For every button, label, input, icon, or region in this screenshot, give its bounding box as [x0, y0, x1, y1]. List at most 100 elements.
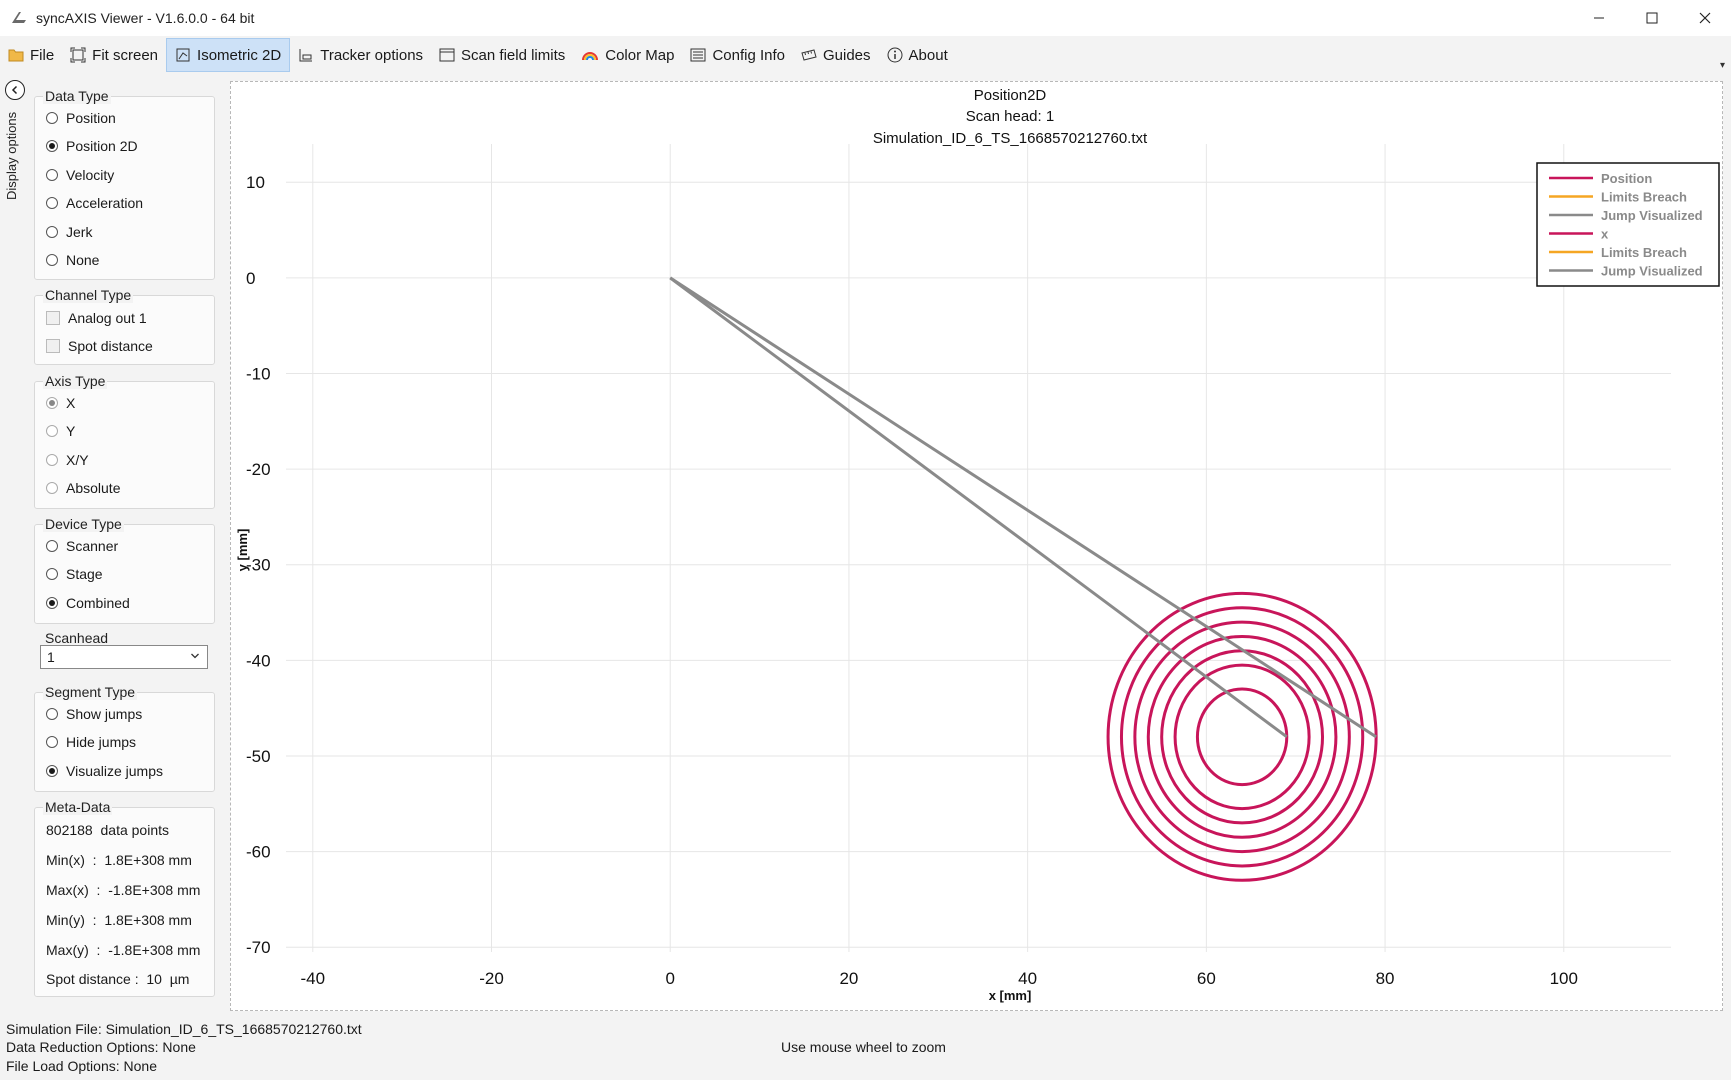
y-tick-label: -60 — [246, 843, 271, 862]
x-tick-label: 80 — [1376, 969, 1395, 988]
scanhead-select[interactable]: 1 — [40, 645, 208, 669]
data-type-acceleration[interactable]: Acceleration — [46, 195, 143, 211]
data-type-group: Data Type Position Position 2D Velocity … — [34, 88, 215, 280]
config-info-label: Config Info — [712, 46, 785, 64]
y-tick-label: -70 — [246, 938, 271, 957]
close-button[interactable] — [1678, 0, 1731, 36]
segment-type-title: Segment Type — [43, 684, 138, 700]
collapse-panel-button[interactable] — [5, 80, 25, 100]
chevron-down-icon — [191, 653, 199, 659]
file-button[interactable]: File — [0, 38, 62, 72]
axis-type-x[interactable]: X — [46, 395, 75, 411]
y-tick-label: -10 — [246, 364, 271, 383]
segment-hide-jumps[interactable]: Hide jumps — [46, 734, 136, 750]
meta-data-points: 802188 data points — [46, 822, 169, 838]
position-ring — [1119, 606, 1365, 868]
about-label: About — [908, 46, 948, 64]
x-tick-label: 100 — [1550, 969, 1578, 988]
segment-show-jumps[interactable]: Show jumps — [46, 706, 142, 722]
device-type-combined[interactable]: Combined — [46, 595, 130, 611]
radio-icon — [46, 568, 58, 580]
minimize-button[interactable] — [1572, 0, 1625, 36]
channel-analog-out-1[interactable]: Analog out 1 — [46, 310, 147, 326]
isometric-2d-button[interactable]: Isometric 2D — [166, 38, 291, 72]
chart-subtitle-scanhead: Scan head: 1 — [966, 108, 1054, 125]
radio-icon — [46, 254, 58, 266]
minimize-icon — [1593, 17, 1604, 19]
axis-type-xy[interactable]: X/Y — [46, 452, 89, 468]
axis-type-absolute[interactable]: Absolute — [46, 480, 120, 496]
segment-visualize-jumps[interactable]: Visualize jumps — [46, 763, 163, 779]
scan-field-limits-button[interactable]: Scan field limits — [431, 38, 573, 72]
display-options-label[interactable]: Display options — [4, 112, 19, 200]
position-ring — [1133, 620, 1351, 854]
status-zoom-hint: Use mouse wheel to zoom — [781, 1039, 946, 1055]
legend-entry: x — [1601, 227, 1609, 242]
color-map-button[interactable]: Color Map — [573, 38, 682, 72]
config-info-button[interactable]: Config Info — [682, 38, 793, 72]
radio-icon — [46, 482, 58, 494]
y-axis-label: y [mm] — [235, 529, 250, 572]
tracker-options-button[interactable]: Tracker options — [290, 38, 431, 72]
toolbar-overflow-icon[interactable]: ▾ — [1720, 60, 1725, 71]
axis-type-y[interactable]: Y — [46, 423, 75, 439]
toolbar: File Fit screen Isometric 2D Tracker opt… — [0, 36, 1731, 74]
radio-icon — [46, 112, 58, 124]
plot-area[interactable]: Position2D Scan head: 1 Simulation_ID_6_… — [230, 81, 1723, 1011]
y-tick-label: -50 — [246, 747, 271, 766]
position-2d-chart[interactable]: Position2D Scan head: 1 Simulation_ID_6_… — [231, 82, 1722, 1010]
maximize-icon — [1646, 12, 1657, 24]
display-options-strip — [0, 74, 30, 1014]
x-tick-label: 20 — [839, 969, 858, 988]
chart-series — [669, 276, 1378, 882]
tracker-icon — [299, 49, 313, 62]
close-icon — [1699, 12, 1710, 24]
y-tick-label: -20 — [246, 460, 271, 479]
ruler-icon — [801, 49, 817, 61]
position-ring — [1173, 663, 1311, 811]
axis-type-group: Axis Type X Y X/Y Absolute — [34, 373, 215, 509]
chart-legend: Position Limits Breach Jump Visualized x Lim… — [1536, 162, 1720, 287]
radio-icon — [46, 197, 58, 209]
data-type-title: Data Type — [43, 88, 111, 104]
data-type-jerk[interactable]: Jerk — [46, 224, 92, 240]
about-button[interactable]: About — [879, 38, 956, 72]
device-type-scanner[interactable]: Scanner — [46, 538, 118, 554]
device-type-stage[interactable]: Stage — [46, 566, 103, 582]
position-ring — [1160, 649, 1325, 825]
chevron-left-icon — [11, 85, 18, 95]
data-type-position[interactable]: Position — [46, 110, 116, 126]
checkbox-icon — [46, 311, 60, 325]
x-tick-label: -20 — [479, 969, 504, 988]
rainbow-icon — [582, 52, 599, 61]
meta-min-x: Min(x) : 1.8E+308 mm — [46, 852, 192, 868]
radio-checked-icon — [46, 140, 58, 152]
file-label: File — [30, 46, 55, 64]
data-type-none[interactable]: None — [46, 252, 99, 268]
status-simulation-file: Simulation File: Simulation_ID_6_TS_1668… — [6, 1021, 362, 1037]
maximize-button[interactable] — [1625, 0, 1678, 36]
segment-type-group: Segment Type Show jumps Hide jumps Visua… — [34, 684, 215, 792]
legend-entry: Limits Breach — [1601, 245, 1687, 260]
radio-icon — [46, 736, 58, 748]
radio-icon — [46, 226, 58, 238]
data-type-velocity[interactable]: Velocity — [46, 167, 114, 183]
fit-screen-label: Fit screen — [92, 46, 159, 64]
fit-screen-button[interactable]: Fit screen — [62, 38, 166, 72]
channel-spot-distance[interactable]: Spot distance — [46, 338, 153, 354]
scan-field-icon — [439, 48, 455, 62]
x-tick-label: 0 — [665, 969, 674, 988]
scan-field-limits-label: Scan field limits — [461, 46, 566, 64]
guides-button[interactable]: Guides — [793, 38, 879, 72]
meta-data-title: Meta-Data — [43, 799, 113, 815]
x-tick-label: 40 — [1018, 969, 1037, 988]
chart-title: Position2D — [974, 87, 1047, 104]
scanhead-title: Scanhead — [43, 630, 111, 646]
list-icon — [690, 48, 706, 62]
data-type-position-2d[interactable]: Position 2D — [46, 138, 138, 154]
radio-checked-icon — [46, 397, 58, 409]
y-tick-label: 0 — [246, 269, 255, 288]
device-type-group: Device Type Scanner Stage Combined — [34, 516, 215, 624]
legend-entry: Jump Visualized — [1601, 208, 1703, 223]
tracker-options-label: Tracker options — [320, 46, 424, 64]
